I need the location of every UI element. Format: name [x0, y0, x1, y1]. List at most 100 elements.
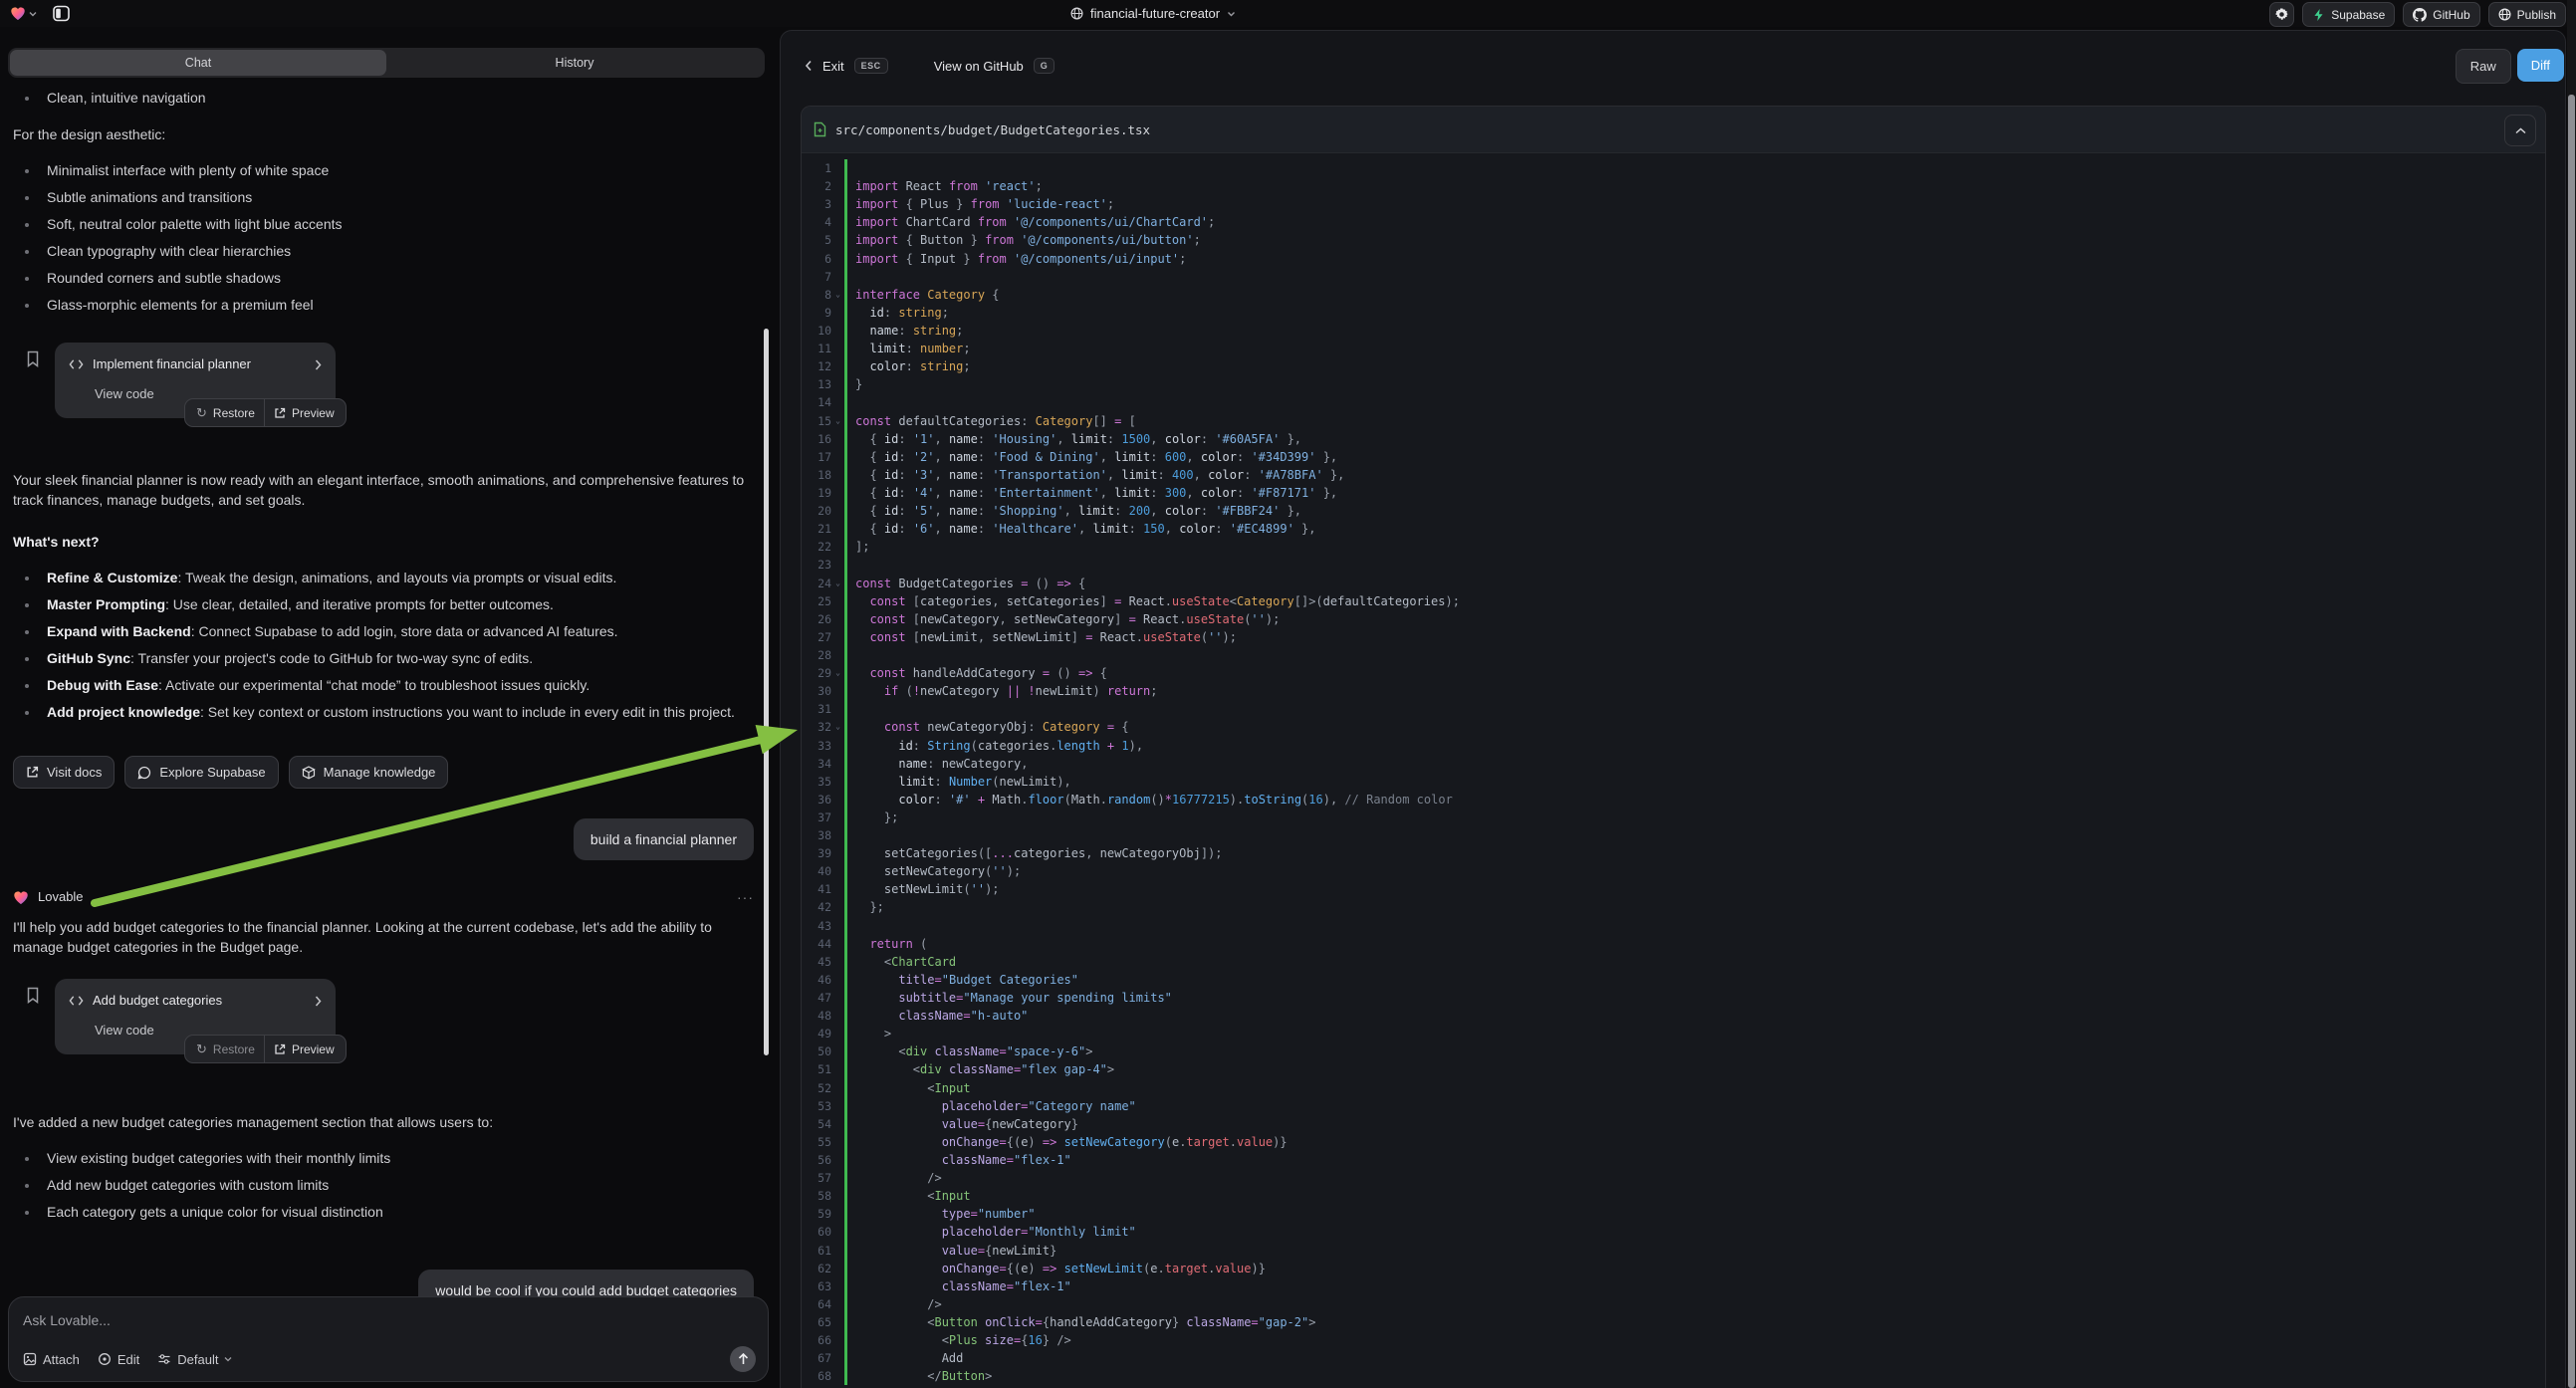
tab-history[interactable]: History	[386, 50, 763, 76]
manage-knowledge-button[interactable]: Manage knowledge	[289, 756, 449, 789]
fold-slot	[831, 628, 844, 646]
design-bullet-list: Minimalist interface with plenty of whit…	[13, 157, 754, 319]
code-line: 54 value={newCategory}	[802, 1115, 2545, 1133]
lovable-heart-icon	[13, 890, 29, 905]
fold-slot	[831, 1169, 844, 1187]
list-item: Debug with Ease: Activate our experiment…	[13, 672, 754, 699]
preview-button[interactable]: Preview	[274, 403, 335, 423]
lovable-logo-menu[interactable]	[10, 6, 37, 21]
fold-slot	[831, 448, 844, 466]
fold-slot	[831, 520, 844, 538]
fold-slot	[831, 826, 844, 844]
list-item: View existing budget categories with the…	[13, 1145, 754, 1172]
fold-chevron-icon[interactable]: ⌄	[831, 718, 844, 736]
fold-slot	[831, 1223, 844, 1241]
fold-slot	[831, 1349, 844, 1367]
code-line: 35 limit: Number(newLimit),	[802, 773, 2545, 791]
code-line: 16 { id: '1', name: 'Housing', limit: 15…	[802, 430, 2545, 448]
list-item: Add project knowledge: Set key context o…	[13, 699, 754, 726]
explore-supabase-button[interactable]: Explore Supabase	[124, 756, 278, 789]
restore-button[interactable]: ↻ Restore	[196, 403, 255, 423]
github-button[interactable]: GitHub	[2403, 2, 2479, 27]
visit-docs-button[interactable]: Visit docs	[13, 756, 115, 789]
fold-slot	[831, 1277, 844, 1295]
list-item: Clean typography with clear hierarchies	[13, 238, 754, 265]
fold-chevron-icon[interactable]: ⌄	[831, 286, 844, 304]
fold-slot	[831, 1097, 844, 1115]
code-line: 36 color: '#' + Math.floor(Math.random()…	[802, 791, 2545, 809]
restore-preview-pill: ↻ Restore Preview	[184, 1035, 347, 1063]
chevron-right-icon	[315, 996, 322, 1007]
fold-chevron-icon[interactable]: ⌄	[831, 664, 844, 682]
fold-slot	[831, 502, 844, 520]
code-line: 49 >	[802, 1025, 2545, 1042]
fold-slot	[831, 250, 844, 268]
chat-scrollbar[interactable]	[764, 329, 769, 1055]
fold-slot	[831, 1187, 844, 1205]
code-line: 50 <div className="space-y-6">	[802, 1042, 2545, 1060]
external-link-icon	[26, 766, 39, 779]
file-header[interactable]: src/components/budget/BudgetCategories.t…	[802, 107, 2545, 153]
fold-slot	[831, 682, 844, 700]
whats-next-heading: What's next?	[13, 532, 754, 552]
code-line: 48 className="h-auto"	[802, 1007, 2545, 1025]
code-line: 67 Add	[802, 1349, 2545, 1367]
fold-slot	[831, 375, 844, 393]
code-line: 20 { id: '5', name: 'Shopping', limit: 2…	[802, 502, 2545, 520]
code-panel: Exit ESC View on GitHub G Raw Diff src/c…	[780, 30, 2566, 1388]
chat-input[interactable]: Ask Lovable...	[23, 1312, 754, 1328]
code-line: 32⌄ const newCategoryObj: Category = {	[802, 718, 2545, 736]
toggle-sidebar-button[interactable]	[53, 5, 70, 22]
exit-button[interactable]: Exit	[822, 59, 844, 74]
code-line: 18 { id: '3', name: 'Transportation', li…	[802, 466, 2545, 484]
edit-button[interactable]: Edit	[98, 1352, 139, 1367]
fold-slot	[831, 340, 844, 357]
bookmark-icon[interactable]	[26, 350, 40, 367]
fold-slot	[831, 773, 844, 791]
code-line: 61 value={newLimit}	[802, 1242, 2545, 1260]
fold-slot	[831, 1025, 844, 1042]
collapse-file-button[interactable]	[2504, 115, 2536, 146]
tab-chat[interactable]: Chat	[10, 50, 386, 76]
project-switcher[interactable]: financial-future-creator	[1070, 0, 1236, 27]
view-on-github-button[interactable]: View on GitHub	[934, 59, 1024, 74]
code-line: 4import ChartCard from '@/components/ui/…	[802, 213, 2545, 231]
composer[interactable]: Ask Lovable... Attach Edit Default	[8, 1296, 769, 1382]
fold-chevron-icon[interactable]: ⌄	[831, 575, 844, 592]
chat-history-tabs: Chat History	[8, 48, 765, 78]
fold-chevron-icon[interactable]: ⌄	[831, 412, 844, 430]
diff-toggle[interactable]: Diff	[2517, 49, 2564, 82]
fold-slot	[831, 430, 844, 448]
raw-toggle[interactable]: Raw	[2456, 49, 2511, 84]
settings-button[interactable]	[2269, 2, 2294, 27]
attach-button[interactable]: Attach	[23, 1352, 80, 1367]
page-scrollbar[interactable]	[2567, 0, 2576, 1388]
user-message: build a financial planner	[574, 818, 754, 860]
code-line: 53 placeholder="Category name"	[802, 1097, 2545, 1115]
code-line: 66 <Plus size={16} />	[802, 1331, 2545, 1349]
code-line: 34 name: newCategory,	[802, 755, 2545, 773]
message-menu-button[interactable]: ···	[737, 887, 754, 907]
send-button[interactable]	[730, 1346, 756, 1372]
supabase-button[interactable]: Supabase	[2302, 2, 2395, 27]
mode-selector[interactable]: Default	[157, 1352, 232, 1367]
fold-slot	[831, 1260, 844, 1277]
page-scrollbar-thumb[interactable]	[2568, 95, 2575, 1388]
lovable-heart-icon	[10, 6, 26, 21]
code-line: 26 const [newCategory, setNewCategory] =…	[802, 610, 2545, 628]
project-name: financial-future-creator	[1090, 6, 1220, 21]
preview-button[interactable]: Preview	[274, 1040, 335, 1059]
code-line: 44 return (	[802, 935, 2545, 953]
fold-slot	[831, 393, 844, 411]
added-feature-list: View existing budget categories with the…	[13, 1145, 754, 1226]
publish-button[interactable]: Publish	[2488, 2, 2566, 27]
back-chevron-icon[interactable]	[805, 60, 813, 72]
fold-slot	[831, 755, 844, 773]
fold-slot	[831, 466, 844, 484]
restore-button[interactable]: ↻ Restore	[196, 1040, 255, 1059]
code-line: 30 if (!newCategory || !newLimit) return…	[802, 682, 2545, 700]
bookmark-icon[interactable]	[26, 987, 40, 1004]
code-line: 11 limit: number;	[802, 340, 2545, 357]
globe-icon	[1070, 7, 1083, 20]
restore-icon: ↻	[196, 1040, 207, 1059]
